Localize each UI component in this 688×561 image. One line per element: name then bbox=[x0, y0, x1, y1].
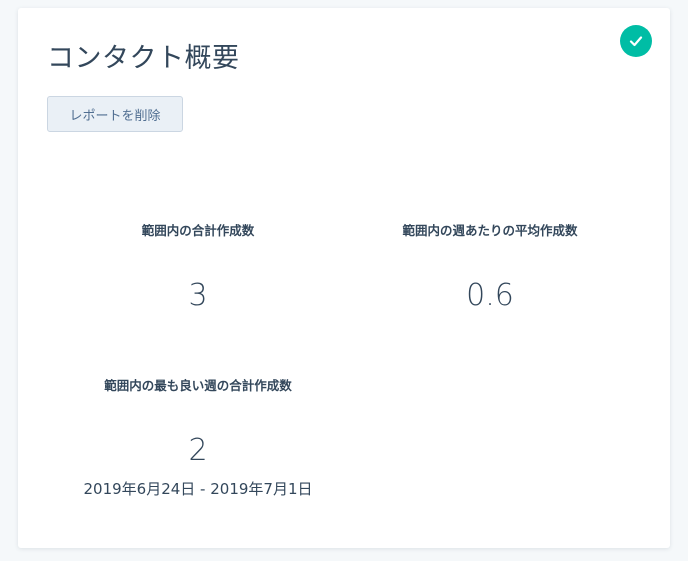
metric-best-week: 範囲内の最も良い週の合計作成数 2 2019年6月24日 - 2019年7月1日 bbox=[68, 375, 328, 499]
metric-label: 範囲内の最も良い週の合計作成数 bbox=[104, 378, 292, 393]
metric-label: 範囲内の合計作成数 bbox=[141, 223, 255, 238]
metric-value: 0.6 bbox=[466, 278, 514, 313]
metric-label: 範囲内の週あたりの平均作成数 bbox=[402, 223, 578, 238]
report-card: コンタクト概要 レポートを削除 範囲内の合計作成数 3 範囲内の週あたりの平均作… bbox=[18, 8, 670, 548]
metric-value: 3 bbox=[188, 278, 208, 313]
metric-total-created: 範囲内の合計作成数 3 bbox=[98, 220, 298, 311]
metric-date-range: 2019年6月24日 - 2019年7月1日 bbox=[83, 480, 313, 498]
delete-report-button[interactable]: レポートを削除 bbox=[47, 96, 183, 132]
status-badge bbox=[620, 25, 652, 57]
metric-value: 2 bbox=[188, 433, 208, 468]
metric-weekly-average: 範囲内の週あたりの平均作成数 0.6 bbox=[370, 220, 610, 311]
check-icon bbox=[629, 36, 643, 47]
page-title: コンタクト概要 bbox=[47, 43, 240, 74]
